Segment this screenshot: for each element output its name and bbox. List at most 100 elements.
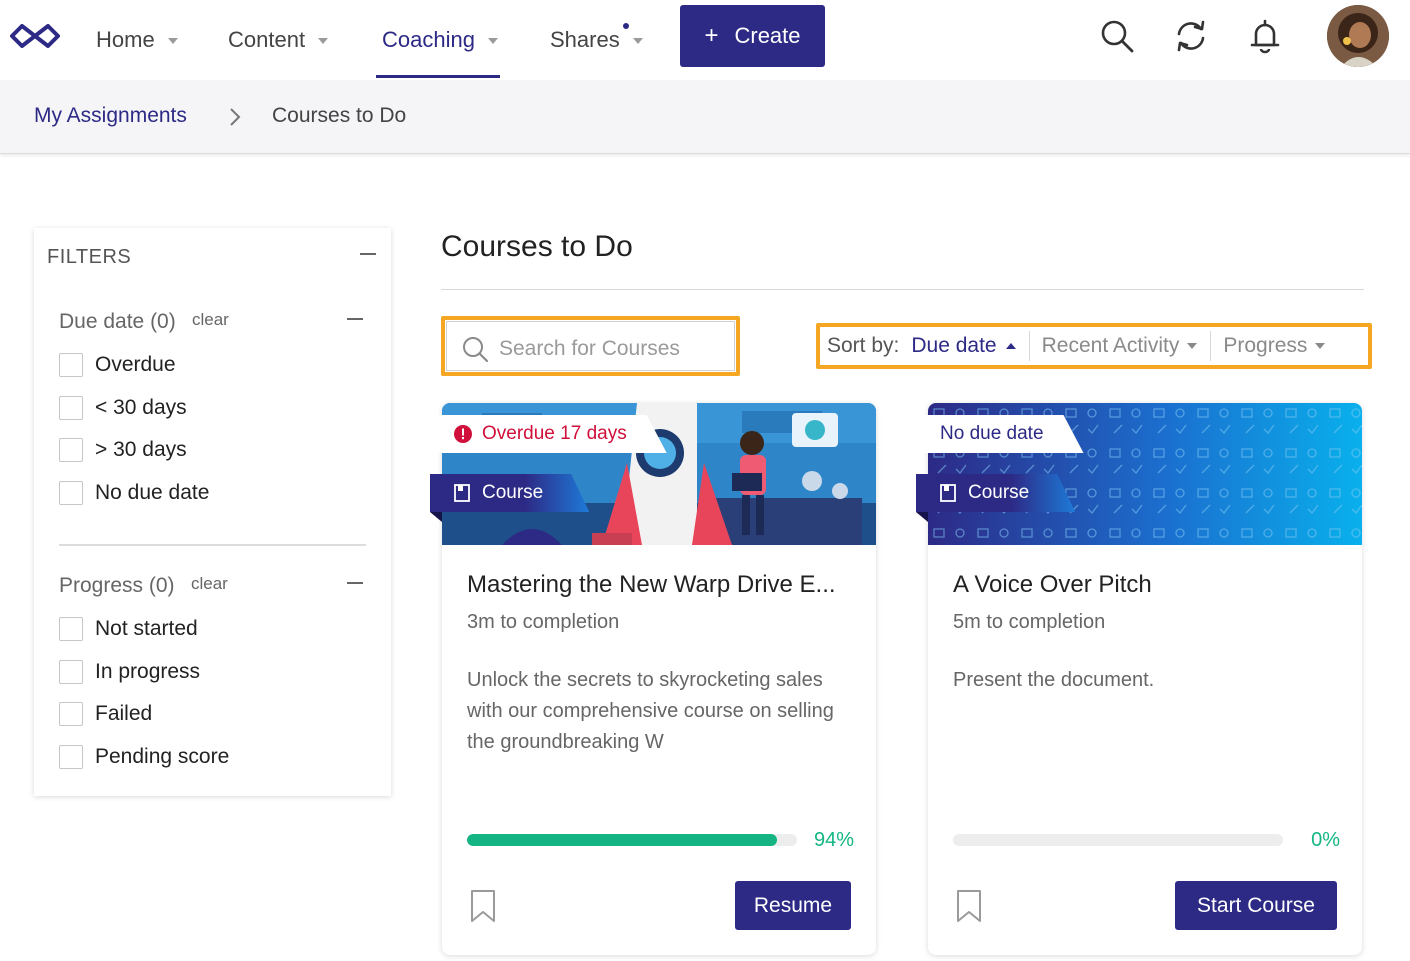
sort-progress-label: Progress xyxy=(1223,334,1308,357)
checkbox[interactable] xyxy=(59,702,83,726)
book-icon xyxy=(940,484,956,502)
sync-icon[interactable] xyxy=(1173,18,1209,54)
content-type-badge: Course xyxy=(916,474,1075,512)
breadcrumb-current: Courses to Do xyxy=(272,104,407,127)
filters-panel: FILTERS Due date (0) clear Overdue < 30 … xyxy=(34,228,391,796)
nav-shares-label: Shares xyxy=(550,27,620,52)
create-button[interactable]: + Create xyxy=(680,5,825,67)
notification-dot xyxy=(623,23,629,29)
search-icon xyxy=(463,337,489,363)
content-type-badge: Course xyxy=(430,474,589,512)
nav-home[interactable]: Home xyxy=(96,0,178,80)
breadcrumb-my-assignments[interactable]: My Assignments xyxy=(34,104,187,128)
nav-coaching-label: Coaching xyxy=(382,27,475,52)
sort-due-date-label: Due date xyxy=(911,334,997,357)
filter-label: Pending score xyxy=(95,745,230,768)
status-text: No due date xyxy=(940,423,1044,444)
progress-bar xyxy=(953,834,1283,846)
ribbon-fold xyxy=(916,512,928,522)
search-field xyxy=(446,321,735,371)
collapse-progress-icon[interactable] xyxy=(347,582,363,584)
course-title[interactable]: Mastering the New Warp Drive E... xyxy=(467,571,857,599)
status-text: Overdue 17 days xyxy=(482,423,627,444)
filter-label: No due date xyxy=(95,481,210,504)
page-title: Courses to Do xyxy=(441,230,633,263)
alert-circle-icon xyxy=(454,425,472,443)
filter-not-started[interactable]: Not started xyxy=(59,617,198,641)
checkbox[interactable] xyxy=(59,745,83,769)
filter-failed[interactable]: Failed xyxy=(59,702,152,726)
chevron-down-icon xyxy=(487,38,498,44)
checkbox[interactable] xyxy=(59,660,83,684)
content-type-text: Course xyxy=(482,482,544,503)
breadcrumb: My Assignments Courses to Do xyxy=(0,80,1410,154)
course-card[interactable]: Overdue 17 days Course Mastering the New… xyxy=(430,403,876,955)
checkbox[interactable] xyxy=(59,353,83,377)
progress-percent: 0% xyxy=(1311,829,1340,851)
course-title[interactable]: A Voice Over Pitch xyxy=(953,571,1343,599)
due-date-clear-link[interactable]: clear xyxy=(192,310,229,330)
progress-clear-link[interactable]: clear xyxy=(191,574,228,594)
create-button-label: Create xyxy=(734,23,801,48)
progress-bar xyxy=(467,834,797,846)
progress-percent: 94% xyxy=(813,829,854,851)
course-card[interactable]: No due date Course A Voice Over Pitch 5m… xyxy=(916,403,1362,955)
title-divider xyxy=(441,289,1364,290)
nav-home-label: Home xyxy=(96,27,155,52)
filter-more-30-days[interactable]: > 30 days xyxy=(59,438,187,462)
sort-label: Sort by: xyxy=(827,334,900,357)
sort-recent-activity[interactable]: Recent Activity xyxy=(1028,331,1211,361)
chevron-right-icon xyxy=(230,108,241,126)
resume-button[interactable]: Resume xyxy=(735,881,851,930)
nav-shares[interactable]: Shares xyxy=(550,0,643,80)
chevron-down-icon xyxy=(318,38,329,44)
course-description: Present the document. xyxy=(953,669,1155,691)
filter-label: Not started xyxy=(95,617,198,640)
book-icon xyxy=(454,484,470,502)
sort-due-date[interactable]: Due date xyxy=(911,331,1028,361)
filter-divider xyxy=(59,544,366,546)
filter-overdue[interactable]: Overdue xyxy=(59,353,176,377)
sort-ascending-icon xyxy=(1005,343,1016,349)
filter-pending-score[interactable]: Pending score xyxy=(59,745,229,769)
filter-label: In progress xyxy=(95,660,201,683)
start-course-button[interactable]: Start Course xyxy=(1175,881,1337,930)
checkbox[interactable] xyxy=(59,396,83,420)
filter-label: Failed xyxy=(95,702,153,725)
sort-progress[interactable]: Progress xyxy=(1210,331,1338,361)
filter-label: Overdue xyxy=(95,353,176,376)
bookmark-icon[interactable] xyxy=(470,889,496,923)
status-badge: Overdue 17 days xyxy=(430,415,667,453)
course-duration: 3m to completion xyxy=(467,611,620,633)
checkbox[interactable] xyxy=(59,481,83,505)
sort-bar: Sort by: Due date Recent Activity Progre… xyxy=(816,323,1372,369)
filter-label: > 30 days xyxy=(95,438,187,461)
due-date-group-title: Due date (0) xyxy=(59,310,176,333)
sort-recent-activity-label: Recent Activity xyxy=(1041,334,1180,357)
filter-in-progress[interactable]: In progress xyxy=(59,660,200,684)
bookmark-icon[interactable] xyxy=(956,889,982,923)
course-description: Unlock the secrets to skyrocketing sales… xyxy=(467,665,842,757)
filter-no-due-date[interactable]: No due date xyxy=(59,481,209,505)
caret-down-icon xyxy=(1187,343,1198,349)
collapse-due-date-icon[interactable] xyxy=(347,318,363,320)
search-input[interactable] xyxy=(499,332,729,366)
nav-content[interactable]: Content xyxy=(228,0,329,80)
chevron-down-icon xyxy=(632,38,643,44)
progress-group-title: Progress (0) xyxy=(59,574,175,597)
plus-icon: + xyxy=(704,22,719,49)
content-type-text: Course xyxy=(968,482,1030,503)
top-navigation: Home Content Coaching Shares + Create xyxy=(0,0,1410,80)
checkbox[interactable] xyxy=(59,617,83,641)
checkbox[interactable] xyxy=(59,438,83,462)
course-duration: 5m to completion xyxy=(953,611,1106,633)
collapse-filters-icon[interactable] xyxy=(360,253,376,255)
nav-coaching[interactable]: Coaching xyxy=(376,0,500,80)
progress-fill xyxy=(467,834,778,846)
search-icon[interactable] xyxy=(1099,18,1135,54)
chevron-down-icon xyxy=(167,38,178,44)
bell-icon[interactable] xyxy=(1247,18,1283,54)
filter-less-30-days[interactable]: < 30 days xyxy=(59,396,187,420)
user-avatar[interactable] xyxy=(1327,5,1389,67)
app-logo-icon[interactable] xyxy=(9,22,61,50)
